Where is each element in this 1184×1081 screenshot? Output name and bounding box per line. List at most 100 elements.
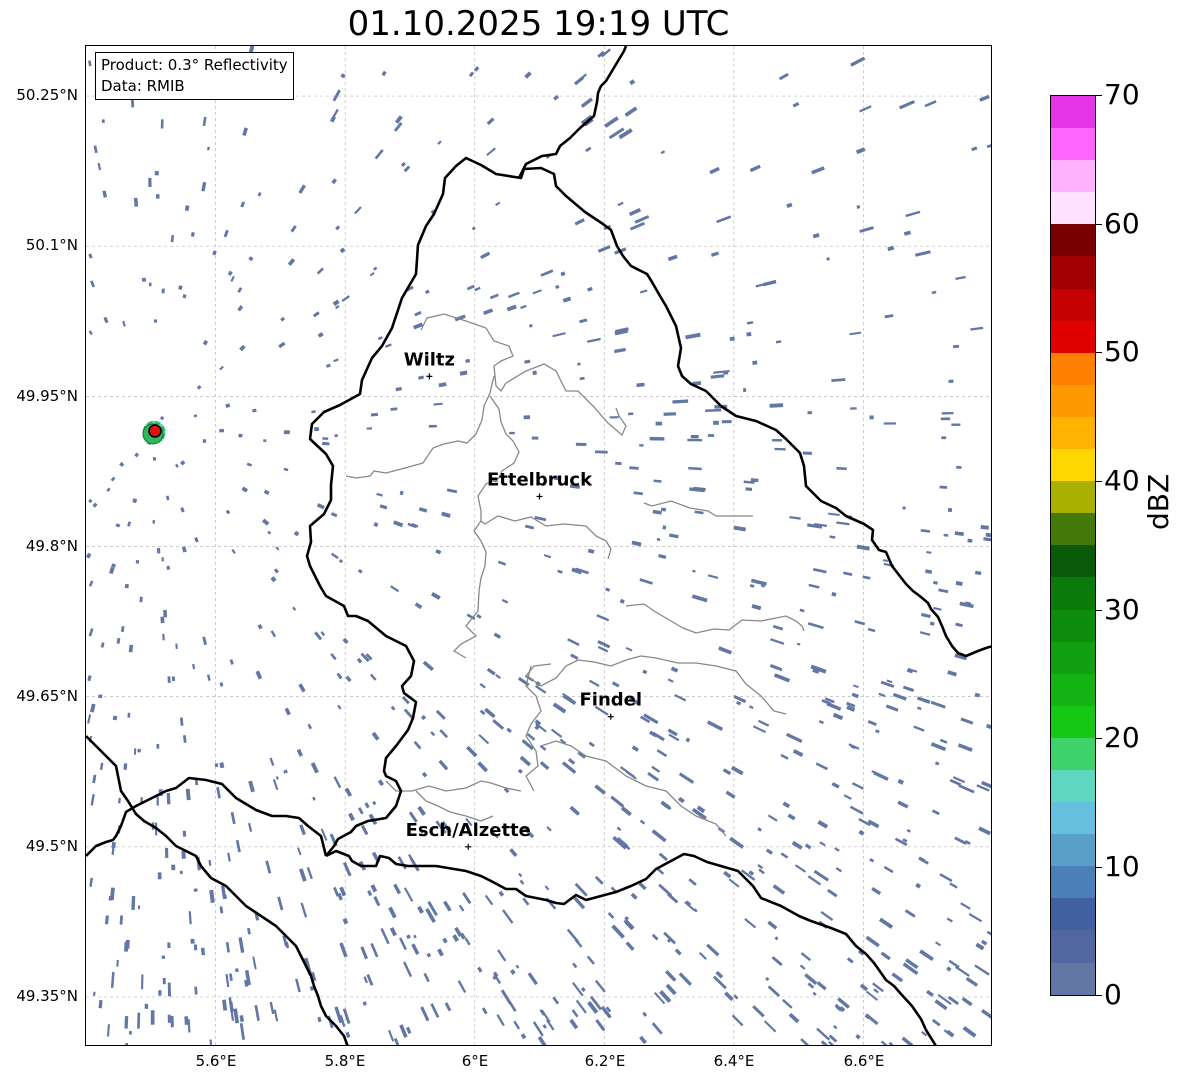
echo-cell: [137, 905, 141, 910]
echo-cell: [629, 221, 646, 231]
echo-cell: [179, 870, 183, 875]
radar-map[interactable]: Wiltz Ettelbruck Findel Esch/Alzette: [85, 45, 992, 1046]
echo-cell: [929, 621, 935, 626]
echo-cell: [752, 360, 758, 365]
echo-cell: [364, 802, 370, 809]
echo-cell: [849, 331, 862, 336]
echo-cell: [630, 892, 638, 900]
echo-cell: [865, 935, 880, 948]
echo-cell: [481, 1007, 488, 1015]
echo-cell: [579, 376, 585, 381]
echo-cell: [978, 826, 991, 836]
echo-cell: [227, 270, 233, 276]
echo-cell: [484, 707, 496, 719]
echo-cell: [767, 920, 778, 930]
echo-cell: [751, 603, 762, 611]
city-esch-alzette: Esch/Alzette: [406, 820, 531, 850]
radar-site-marker: [142, 423, 164, 445]
echo-cell: [639, 1035, 647, 1045]
echo-cell: [394, 115, 403, 124]
echo-cell: [733, 525, 746, 532]
echo-cell: [311, 410, 316, 414]
product-info-box: Product: 0.3° Reflectivity Data: RMIB: [95, 52, 294, 100]
echo-cell: [649, 730, 658, 738]
echo-cell: [780, 753, 789, 760]
echo-cell: [785, 732, 803, 744]
echo-cell: [123, 763, 128, 770]
echo-cell: [815, 762, 829, 771]
echo-cell: [501, 598, 509, 604]
echo-cell: [88, 628, 94, 637]
echo-cell: [710, 374, 725, 379]
echo-cell: [196, 385, 202, 390]
echo-cell: [110, 971, 115, 988]
echo-cell: [651, 933, 659, 941]
echo-cell: [594, 979, 606, 993]
echo-cell: [479, 682, 486, 689]
echo-cell: [201, 181, 207, 192]
echo-cell: [831, 592, 837, 597]
echo-cell: [400, 161, 406, 168]
echo-cell: [802, 451, 812, 455]
echo-cell: [332, 89, 341, 102]
echo-cell: [706, 943, 720, 957]
echo-cell: [771, 439, 783, 442]
echo-cell: [161, 557, 164, 562]
echo-cell: [883, 865, 894, 874]
echo-cell: [325, 363, 331, 368]
echo-cell: [731, 1014, 744, 1027]
echo-cell: [752, 1005, 765, 1018]
echo-cell: [594, 875, 604, 885]
echo-cell: [171, 864, 176, 871]
echo-cell: [167, 942, 171, 949]
echo-cell: [619, 598, 625, 604]
echo-cell: [901, 1036, 914, 1045]
echo-cell: [902, 506, 906, 510]
lat-tick-label: 49.8°N: [25, 537, 78, 555]
colorbar-segment: [1051, 288, 1095, 321]
echo-cell: [629, 79, 636, 86]
echo-cell: [414, 602, 423, 610]
echo-cell: [967, 538, 973, 543]
echo-cell: [433, 402, 443, 406]
lat-tick-label: 50.25°N: [16, 86, 78, 104]
echo-cell: [369, 271, 375, 277]
echo-cell: [421, 771, 428, 778]
echo-cell: [916, 706, 922, 711]
echo-cell: [225, 403, 231, 409]
echo-cell: [509, 1002, 517, 1012]
echo-cell: [639, 819, 646, 825]
echo-cell: [229, 1001, 234, 1012]
echo-cell: [986, 930, 991, 937]
echo-cell: [660, 150, 666, 155]
echo-cell: [127, 712, 131, 718]
echo-cell: [532, 289, 542, 295]
echo-cell: [127, 521, 132, 527]
echo-cell: [880, 951, 891, 961]
border-lux-north: [305, 156, 991, 857]
echo-cell: [337, 704, 342, 710]
echo-cell: [426, 952, 432, 958]
echo-cell: [926, 989, 934, 997]
echo-cell: [846, 957, 854, 964]
echo-cell: [280, 316, 286, 322]
echo-cell: [707, 434, 715, 437]
echo-cell: [885, 704, 899, 712]
echo-cell: [780, 852, 789, 859]
echo-cell: [843, 571, 853, 576]
echo-cell: [154, 170, 159, 176]
echo-cell: [237, 287, 243, 293]
echo-cell: [507, 291, 520, 299]
echo-cell: [527, 972, 538, 986]
echo-cell: [819, 841, 826, 847]
echo-cell: [430, 731, 436, 737]
echo-cell: [940, 417, 951, 421]
echo-cell: [655, 421, 663, 426]
echo-cell: [575, 73, 587, 84]
echo-cell: [167, 676, 171, 683]
echo-cell: [651, 1022, 663, 1035]
echo-cell: [330, 512, 338, 518]
lat-tick-label: 49.5°N: [25, 837, 78, 855]
echo-cell: [495, 201, 501, 207]
echo-cell: [403, 165, 411, 173]
